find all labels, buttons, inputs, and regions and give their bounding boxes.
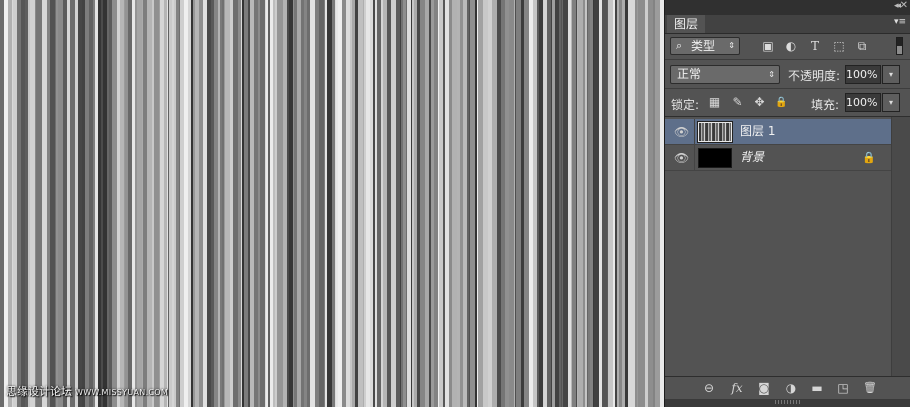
arrows-updown-icon: ⇕ bbox=[728, 41, 735, 50]
blend-row: 正常 ⇕ 不透明度: 100% ▾ bbox=[665, 60, 910, 89]
layer-thumbnail bbox=[697, 121, 733, 143]
image-filter-icon[interactable]: ▣ bbox=[761, 39, 775, 53]
fill-label: 填充: bbox=[811, 98, 840, 112]
blend-mode-value: 正常 bbox=[677, 67, 702, 81]
layer-row-layer-1[interactable]: 👁 图层 1 bbox=[665, 119, 891, 145]
blend-mode-select[interactable]: 正常 ⇕ bbox=[670, 65, 780, 84]
watermark: 思缘设计论坛 WWW.MISSYUAN.COM bbox=[6, 384, 168, 400]
collapse-panel-icon[interactable]: ◂◂ bbox=[894, 1, 901, 11]
link-layers-icon[interactable]: ⊖ bbox=[701, 381, 717, 395]
shape-filter-icon[interactable]: ⬚ bbox=[832, 39, 846, 53]
document-canvas[interactable]: 思缘设计论坛 WWW.MISSYUAN.COM bbox=[0, 0, 664, 407]
filter-row: ⌕ 类型 ⇕ ▣ ◐ T ⬚ ⧉ bbox=[665, 34, 910, 60]
resize-grip[interactable] bbox=[775, 400, 801, 404]
type-filter-icon[interactable]: T bbox=[808, 39, 822, 53]
adjustment-filter-icon[interactable]: ◐ bbox=[784, 39, 798, 53]
filter-kind-label: 类型 bbox=[691, 39, 716, 53]
layer-row-background[interactable]: 👁 背景 🔒 bbox=[665, 145, 891, 171]
layers-scrollbar[interactable] bbox=[891, 117, 910, 376]
tab-layers[interactable]: 图层 bbox=[667, 15, 706, 33]
arrows-updown-icon: ⇕ bbox=[768, 70, 775, 79]
delete-layer-icon[interactable]: 🗑 bbox=[862, 381, 878, 395]
layer-name[interactable]: 背景 bbox=[740, 145, 764, 170]
panel-titlebar: ◂◂ ✕ bbox=[665, 0, 910, 15]
panel-menu-icon[interactable]: ▾≡ bbox=[894, 17, 906, 27]
fill-field[interactable]: 100% bbox=[845, 93, 881, 112]
layers-list: 👁 图层 1 👁 背景 🔒 bbox=[665, 117, 891, 376]
panel-tab-row: 图层 ▾≡ bbox=[665, 15, 910, 34]
smart-object-filter-icon[interactable]: ⧉ bbox=[855, 39, 869, 53]
lock-row: 锁定: ▦ ✎ ✥ 🔒 填充: 100% ▾ bbox=[665, 89, 910, 117]
eye-icon[interactable]: 👁 bbox=[674, 151, 689, 165]
close-panel-icon[interactable]: ✕ bbox=[900, 0, 908, 11]
eye-icon[interactable]: 👁 bbox=[674, 125, 689, 139]
vertical-stripes-image bbox=[0, 0, 664, 407]
filter-kind-select[interactable]: ⌕ 类型 ⇕ bbox=[670, 37, 740, 55]
lock-image-pixels-icon[interactable]: ✎ bbox=[731, 96, 744, 109]
opacity-field[interactable]: 100% bbox=[845, 65, 881, 84]
filter-toggle-switch[interactable] bbox=[896, 37, 903, 55]
divider bbox=[694, 145, 695, 170]
lock-all-icon[interactable]: 🔒 bbox=[775, 96, 788, 109]
watermark-url: WWW.MISSYUAN.COM bbox=[75, 388, 169, 397]
layer-thumbnail bbox=[698, 148, 732, 168]
layer-style-fx-icon[interactable]: fx bbox=[729, 381, 745, 395]
watermark-text: 思缘设计论坛 bbox=[6, 385, 72, 398]
opacity-slider-button[interactable]: ▾ bbox=[882, 65, 900, 84]
adjustment-layer-icon[interactable]: ◑ bbox=[783, 381, 799, 395]
add-mask-icon[interactable]: ◙ bbox=[756, 381, 772, 395]
search-icon: ⌕ bbox=[676, 39, 683, 52]
lock-label: 锁定: bbox=[671, 98, 700, 112]
lock-position-icon[interactable]: ✥ bbox=[753, 96, 766, 109]
layer-name[interactable]: 图层 1 bbox=[740, 119, 775, 144]
layers-panel: ◂◂ ✕ 图层 ▾≡ ⌕ 类型 ⇕ ▣ ◐ T ⬚ ⧉ 正常 ⇕ 不透明度: 1… bbox=[664, 0, 910, 407]
lock-transparent-pixels-icon[interactable]: ▦ bbox=[708, 96, 721, 109]
layers-footer: ⊖ fx ◙ ◑ ▬ ◳ 🗑 bbox=[665, 376, 910, 400]
new-layer-icon[interactable]: ◳ bbox=[835, 381, 851, 395]
padlock-icon: 🔒 bbox=[862, 151, 876, 164]
divider bbox=[694, 119, 695, 144]
new-group-icon[interactable]: ▬ bbox=[809, 381, 825, 395]
opacity-label: 不透明度: bbox=[788, 69, 841, 83]
fill-slider-button[interactable]: ▾ bbox=[882, 93, 900, 112]
panel-statusbar bbox=[665, 399, 910, 407]
